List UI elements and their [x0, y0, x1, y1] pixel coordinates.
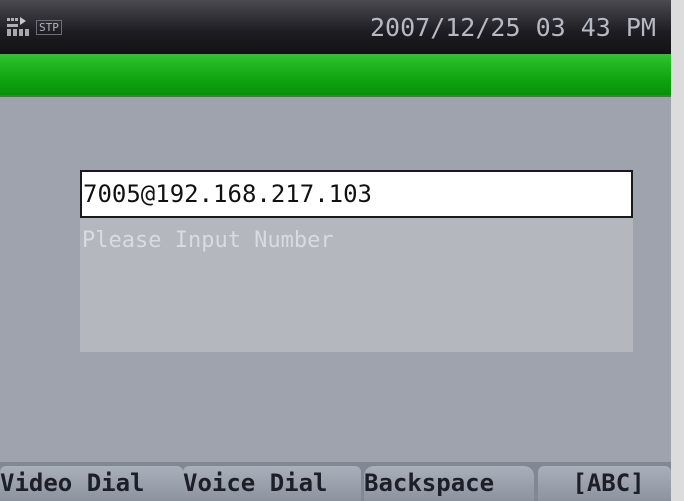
datetime-display: 2007/12/25 03 43 PM [370, 13, 656, 42]
stp-badge: STP [36, 19, 62, 35]
dial-number-input[interactable] [80, 170, 633, 218]
input-hint-text: Please Input Number [82, 228, 334, 253]
video-dial-softkey[interactable]: Video Dial [0, 466, 183, 501]
phone-screen: STP 2007/12/25 03 43 PM Please Input Num… [0, 0, 671, 501]
network-icon [7, 17, 29, 36]
hint-panel: Please Input Number [80, 218, 633, 352]
title-bar [0, 54, 671, 97]
status-bar: STP 2007/12/25 03 43 PM [0, 0, 671, 54]
backspace-softkey[interactable]: Backspace [364, 466, 534, 501]
status-icons: STP [6, 14, 62, 40]
voice-dial-softkey[interactable]: Voice Dial [183, 466, 361, 501]
input-mode-softkey[interactable]: [ABC] [538, 466, 671, 501]
screen-bezel [671, 0, 684, 501]
